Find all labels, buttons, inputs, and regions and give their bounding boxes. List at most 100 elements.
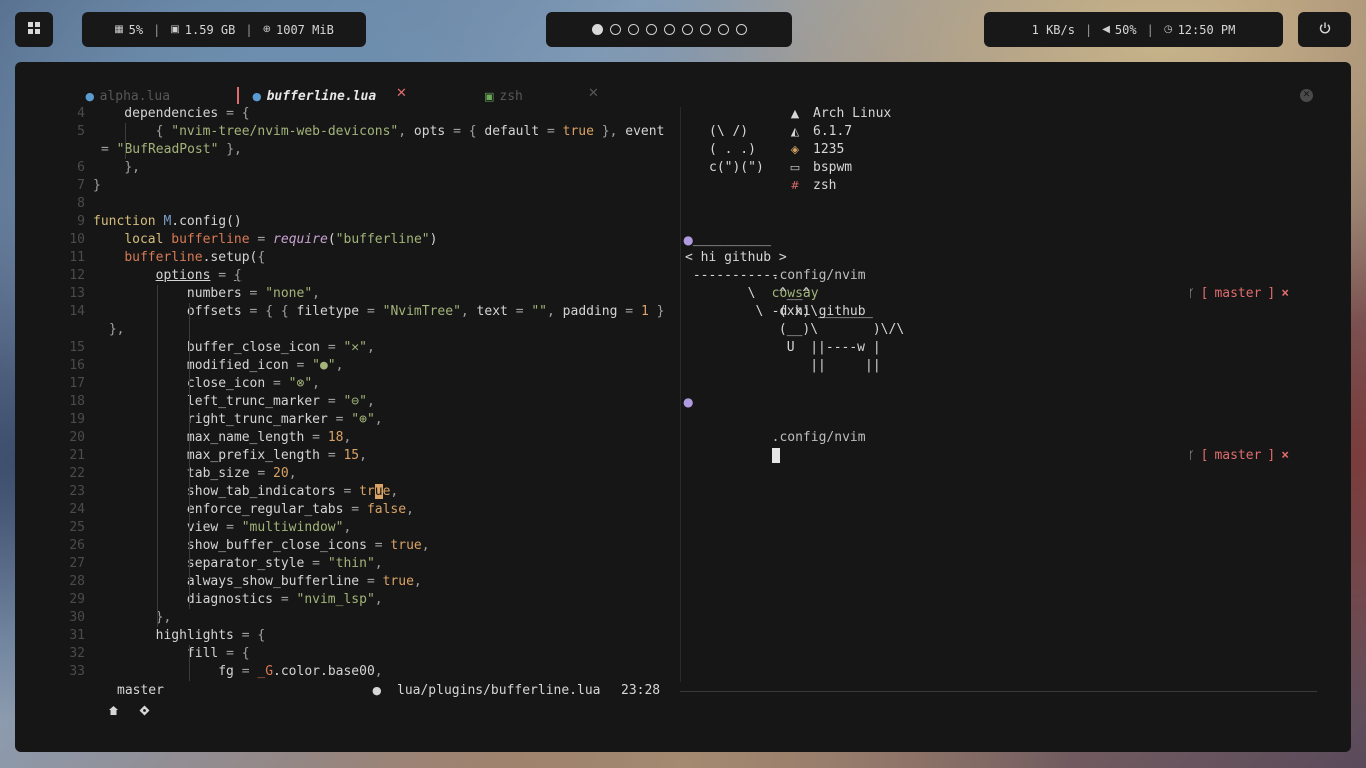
line-number: 4 [77,106,85,121]
workspace-2-indicator[interactable] [609,24,621,35]
code-line: 26 show_buffer_close_icons = true, [15,537,680,555]
volume[interactable]: ◀ 50% [1102,23,1136,37]
code-text: fill = { [93,646,250,661]
line-number: 11 [69,250,85,265]
line-number: 15 [69,340,85,355]
code-text: function M.config() [93,214,242,229]
tab-close-button[interactable]: ✕ [588,86,599,101]
workspace-3-indicator[interactable] [627,24,639,35]
system-stats: ▦ 5% | ▣ 1.59 GB | ⊕ 1007 MiB [82,12,366,47]
code-text: modified_icon = "●", [93,358,344,373]
code-line: 27 separator_style = "thin", [15,555,680,573]
workspace-8-indicator[interactable] [717,24,729,35]
workspace-9-indicator[interactable] [735,24,747,35]
code-text: }, [108,322,125,337]
line-number: 19 [69,412,85,427]
code-line: 21 max_prefix_length = 15, [15,447,680,465]
info-row: ◈ 1235 [683,141,1083,159]
statusline-divider [680,691,1317,692]
info-value: bspwm [813,160,853,175]
code-line: 30 }, [15,609,680,627]
line-number: 21 [69,448,85,463]
lua-file-icon: ● [372,684,382,697]
power-icon [1319,22,1331,37]
code-line: 5 { "nvim-tree/nvim-web-devicons", opts … [15,123,680,141]
tab-bufferline-lua[interactable]: ● bufferline.lua [252,86,376,106]
terminal-pane[interactable]: (\ /)( . .) c(")(") ▲ Arch Linux ◭ 6.1.7 ◈ 123… [683,105,1333,685]
grid-icon [28,22,40,37]
code-text: right_trunc_marker = "⊕", [93,412,383,427]
tab-alpha-lua[interactable]: ● alpha.lua [85,86,170,106]
workspace-4-indicator[interactable] [645,24,657,35]
code-line: 15 buffer_close_icon = "✕", [15,339,680,357]
code-line: 11 bufferline.setup({ [15,249,680,267]
terminal-window: ● alpha.lua ● bufferline.lua ✕ ▣ zsh ✕ ✕… [15,62,1351,752]
cowsay-line: ----------- [685,268,779,283]
code-line: 16 modified_icon = "●", [15,357,680,375]
code-editor[interactable]: 4 dependencies = {5 { "nvim-tree/nvim-we… [15,105,680,685]
split-divider[interactable] [680,107,681,682]
statusline-branch: master [117,683,164,698]
app-menu-button[interactable] [15,12,53,47]
code-text: max_prefix_length = 15, [93,448,367,463]
line-number: 7 [77,178,85,193]
code-text: buffer_close_icon = "✕", [93,340,375,355]
code-text: }, [124,160,140,175]
cowsay-line: U ||----w | [685,340,881,355]
line-number: 31 [69,628,85,643]
code-line: 18 left_trunc_marker = "⊖", [15,393,680,411]
terminal-icon: ▣ [484,89,495,103]
code-line: 29 diagnostics = "nvim_lsp", [15,591,680,609]
code-text: close_icon = "⊗", [93,376,320,391]
git-branch-icon: ᚴ [1188,449,1195,462]
active-tab-indicator [237,87,239,104]
tab-zsh[interactable]: ▣ zsh [484,86,523,106]
clock-icon: ◷ [1163,24,1173,35]
code-text: = "BufReadPost" }, [101,142,242,157]
cowsay-line: \ ^__^ [685,286,811,301]
code-line: 20 max_name_length = 18, [15,429,680,447]
line-number: 25 [69,520,85,535]
workspace-7-indicator[interactable] [699,24,711,35]
workspace-switcher [546,12,792,47]
close-icon[interactable]: ✕ [1300,89,1313,102]
code-text: left_trunc_marker = "⊖", [93,394,375,409]
statusline-position: 23:28 [621,683,661,698]
code-text: diagnostics = "nvim_lsp", [93,592,383,607]
workspace-5-indicator[interactable] [663,24,675,35]
info-row: ▭ bspwm [683,159,1083,177]
line-number: 26 [69,538,85,553]
line-number: 14 [69,304,85,319]
code-line: 19 right_trunc_marker = "⊕", [15,411,680,429]
line-number: 22 [69,466,85,481]
line-number: 6 [77,160,85,175]
arch-icon: ▲ [790,107,800,120]
code-line: 23 show_tab_indicators = true, [15,483,680,501]
code-text: tab_size = 20, [93,466,297,481]
line-number: 5 [77,124,85,139]
speaker-icon: ◀ [1102,24,1110,35]
info-row: ◭ 6.1.7 [683,123,1083,141]
ghost-icon: ● [683,395,694,409]
code-line: 6 }, [15,159,680,177]
line-number: 12 [69,268,85,283]
code-line: 4 dependencies = { [15,105,680,123]
indent-guide [157,285,158,627]
lua-file-icon: ● [85,89,95,103]
power-button[interactable] [1298,12,1351,47]
cowsay-line: \ (xx)\_______ [685,304,873,319]
memory-usage: ▣ 1.59 GB [170,22,236,37]
code-line: 7} [15,177,680,195]
line-number: 33 [69,664,85,679]
prompt-line: ● .config/nvim cowsay -d hi github ᚴ [ m… [683,233,1290,319]
line-number: 18 [69,394,85,409]
line-number: 8 [77,196,85,211]
line-number: 9 [77,214,85,229]
line-number: 27 [69,556,85,571]
tab-close-button[interactable]: ✕ [396,86,407,101]
code-line: 33 fg = _G.color.base00, [15,663,680,681]
cowsay-line: __________ [685,232,772,247]
lua-file-icon: ● [252,89,262,103]
workspace-6-indicator[interactable] [681,24,693,35]
workspace-1-indicator[interactable] [591,24,603,35]
